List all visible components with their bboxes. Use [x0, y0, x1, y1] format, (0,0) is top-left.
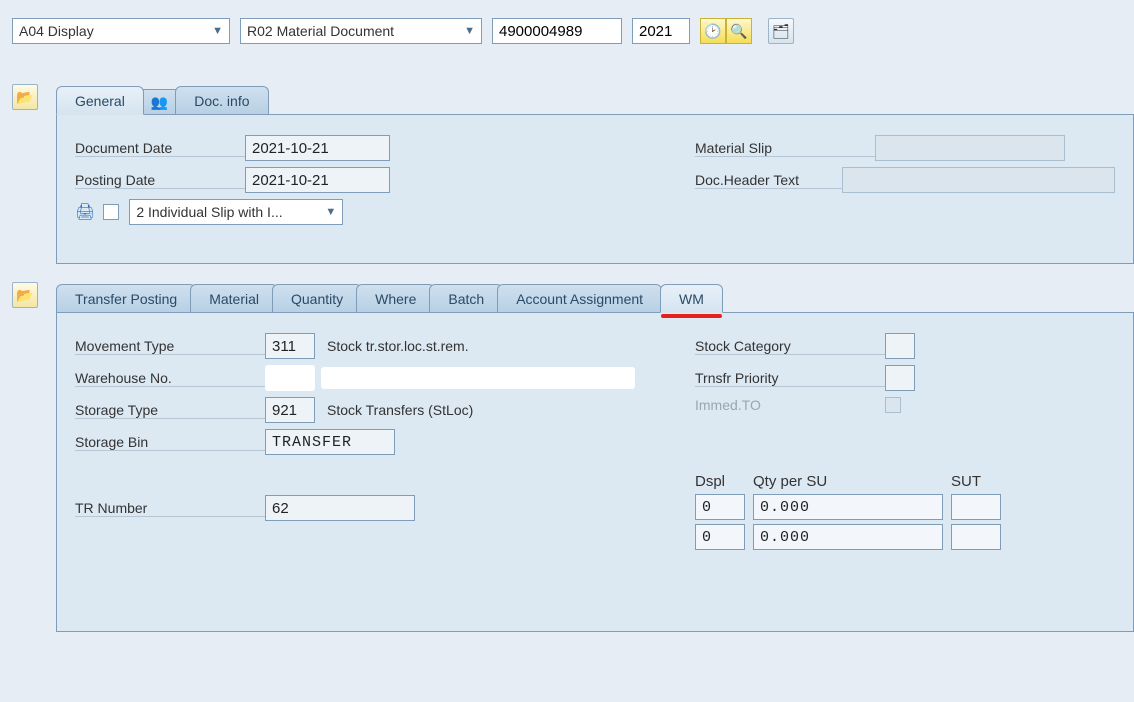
tab-quantity-label: Quantity [291, 291, 343, 307]
dspl-field[interactable]: 0 [695, 494, 745, 520]
document-date-label: Document Date [75, 140, 245, 157]
tr-number-label: TR Number [75, 500, 265, 517]
slip-dropdown[interactable]: 2 Individual Slip with I... ▼ [129, 199, 343, 225]
su-row: 0 0.000 [695, 494, 1115, 520]
tab-transfer-posting-label: Transfer Posting [75, 291, 177, 307]
sut-field[interactable] [951, 494, 1001, 520]
movement-type-label: Movement Type [75, 338, 265, 355]
year-input[interactable] [632, 18, 690, 44]
doc-header-text-field [842, 167, 1115, 193]
people-icon: 👥 [151, 94, 168, 110]
document-date-field[interactable]: 2021-10-21 [245, 135, 390, 161]
material-slip-field [875, 135, 1065, 161]
posting-date-field[interactable]: 2021-10-21 [245, 167, 390, 193]
stock-category-field[interactable] [885, 333, 915, 359]
doc-number-input[interactable] [492, 18, 622, 44]
doc-header-text-label: Doc.Header Text [695, 172, 842, 189]
movement-type-field[interactable]: 311 [265, 333, 315, 359]
doc-type-dropdown[interactable]: R02 Material Document ▼ [240, 18, 482, 44]
tab-wm-label: WM [679, 291, 704, 307]
transfer-priority-label: Trnsfr Priority [695, 370, 885, 387]
tab-account-assignment[interactable]: Account Assignment [497, 284, 662, 312]
execute-icon[interactable]: 🕑 [700, 18, 726, 44]
dspl-field[interactable]: 0 [695, 524, 745, 550]
overview-icon[interactable]: 🗂 [768, 18, 794, 44]
dspl-header: Dspl [695, 473, 745, 490]
slip-dropdown-label: 2 Individual Slip with I... [136, 204, 282, 220]
tab-batch[interactable]: Batch [429, 284, 503, 312]
tab-transfer-posting[interactable]: Transfer Posting [56, 284, 196, 312]
immed-to-checkbox [885, 397, 901, 413]
tab-wm[interactable]: WM [660, 284, 723, 313]
transfer-priority-field[interactable] [885, 365, 915, 391]
warehouse-no-desc [321, 367, 635, 389]
action-dropdown[interactable]: A04 Display ▼ [12, 18, 230, 44]
qty-per-su-header: Qty per SU [753, 473, 943, 490]
tab-where[interactable]: Where [356, 284, 435, 312]
tr-number-field[interactable]: 62 [265, 495, 415, 521]
chevron-down-icon: ▼ [212, 25, 223, 37]
tab-doc-info[interactable]: Doc. info [175, 86, 268, 114]
collapse-item-button[interactable]: 📂 [12, 282, 38, 308]
tab-where-label: Where [375, 291, 416, 307]
sut-header: SUT [951, 473, 1001, 490]
storage-type-desc: Stock Transfers (StLoc) [327, 402, 473, 418]
collapse-header-button[interactable]: 📂 [12, 84, 38, 110]
doc-type-dropdown-label: R02 Material Document [247, 23, 394, 39]
chevron-down-icon: ▼ [464, 25, 475, 37]
storage-type-label: Storage Type [75, 402, 265, 419]
tab-batch-label: Batch [448, 291, 484, 307]
warehouse-no-field[interactable] [265, 365, 315, 391]
immed-to-label: Immed.TO [695, 397, 885, 413]
tab-general-label: General [75, 93, 125, 109]
tab-general[interactable]: General [56, 86, 144, 115]
su-row: 0 0.000 [695, 524, 1115, 550]
print-checkbox[interactable] [103, 204, 119, 220]
print-icon[interactable]: 🖨 [75, 202, 95, 222]
qty-per-su-field[interactable]: 0.000 [753, 524, 943, 550]
storage-type-field[interactable]: 921 [265, 397, 315, 423]
storage-bin-field[interactable]: TRANSFER [265, 429, 395, 455]
chevron-down-icon: ▼ [325, 206, 336, 218]
tab-material-label: Material [209, 291, 259, 307]
warehouse-no-label: Warehouse No. [75, 370, 265, 387]
sut-field[interactable] [951, 524, 1001, 550]
posting-date-label: Posting Date [75, 172, 245, 189]
movement-type-desc: Stock tr.stor.loc.st.rem. [327, 338, 469, 354]
tab-account-assignment-label: Account Assignment [516, 291, 643, 307]
tab-material[interactable]: Material [190, 284, 278, 312]
qty-per-su-field[interactable]: 0.000 [753, 494, 943, 520]
tab-quantity[interactable]: Quantity [272, 284, 362, 312]
stock-category-label: Stock Category [695, 338, 885, 355]
action-dropdown-label: A04 Display [19, 23, 94, 39]
tab-doc-info-label: Doc. info [194, 93, 249, 109]
highlight-marker [661, 314, 722, 318]
storage-bin-label: Storage Bin [75, 434, 265, 451]
find-icon[interactable]: 🔍 [726, 18, 752, 44]
material-slip-label: Material Slip [695, 140, 875, 157]
